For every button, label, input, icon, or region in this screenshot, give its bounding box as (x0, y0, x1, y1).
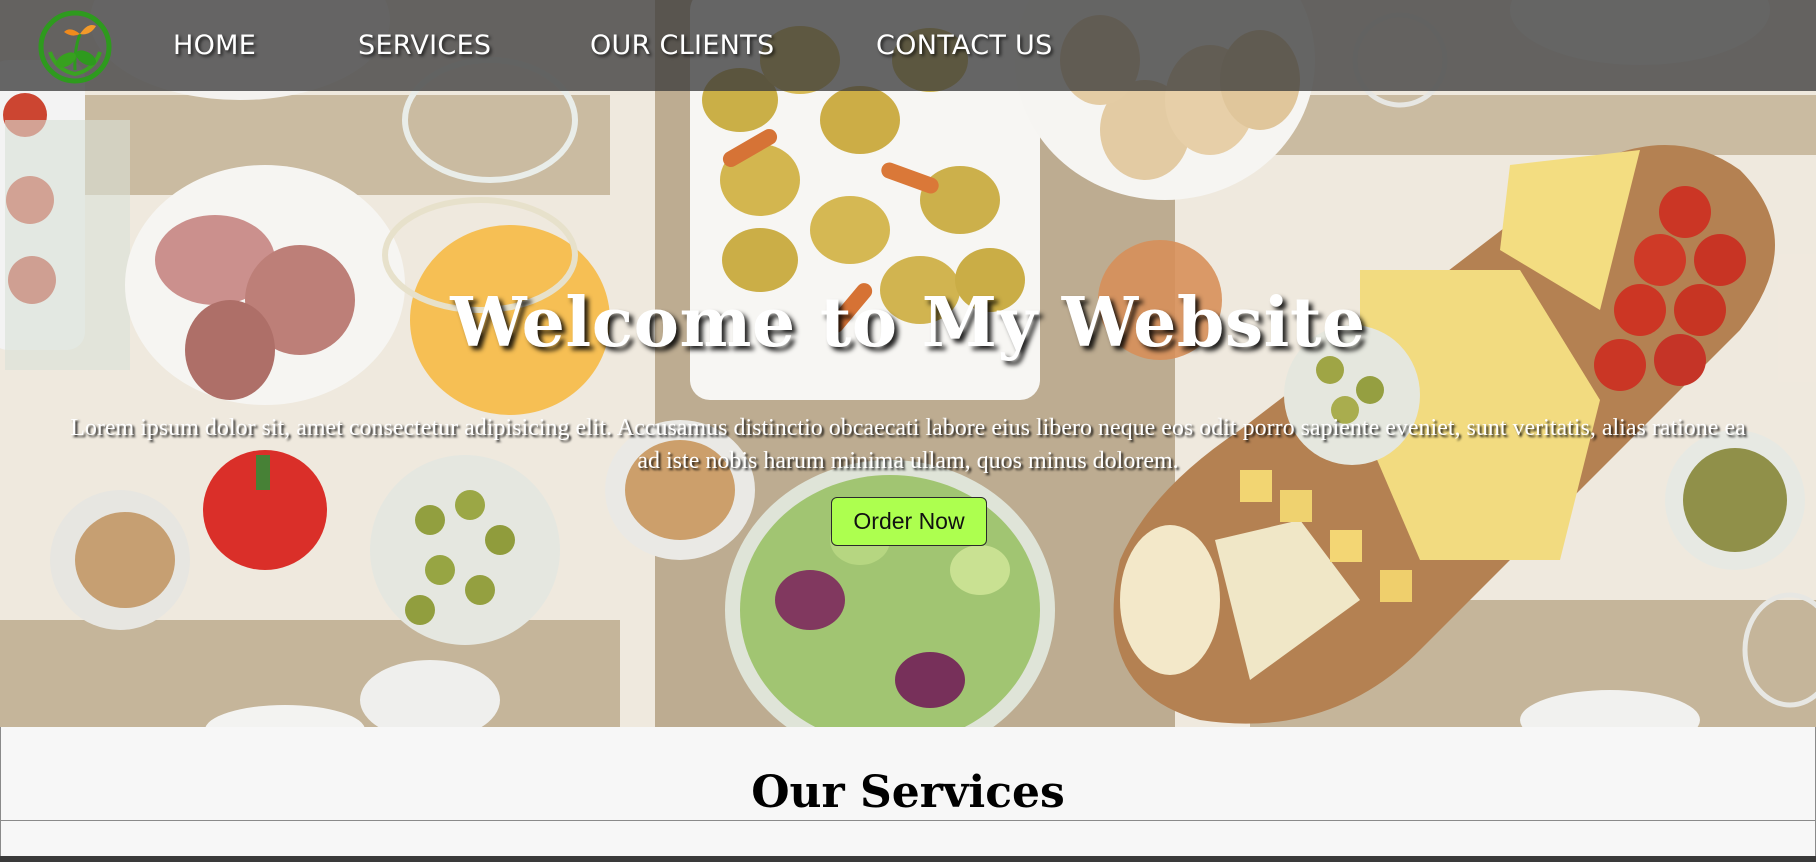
hero-title: Welcome to My Website (450, 283, 1366, 363)
leaf-sprout-logo-icon[interactable] (36, 8, 114, 86)
nav-our-clients[interactable]: OUR CLIENTS (590, 30, 774, 61)
hero-overlay (0, 0, 1816, 727)
services-title: Our Services (751, 767, 1065, 818)
services-divider (1, 820, 1815, 821)
nav-contact-us[interactable]: CONTACT US (876, 30, 1053, 61)
nav-services[interactable]: SERVICES (358, 30, 491, 61)
page: Welcome to My Website Lorem ipsum dolor … (0, 0, 1816, 856)
hero-section: Welcome to My Website Lorem ipsum dolor … (0, 0, 1816, 727)
hero-description: Lorem ipsum dolor sit, amet consectetur … (70, 415, 1746, 474)
order-now-button[interactable]: Order Now (831, 497, 987, 546)
top-navigation: HOME SERVICES OUR CLIENTS CONTACT US (0, 0, 1816, 91)
nav-home[interactable]: HOME (173, 30, 256, 61)
services-section: Our Services (0, 727, 1816, 856)
